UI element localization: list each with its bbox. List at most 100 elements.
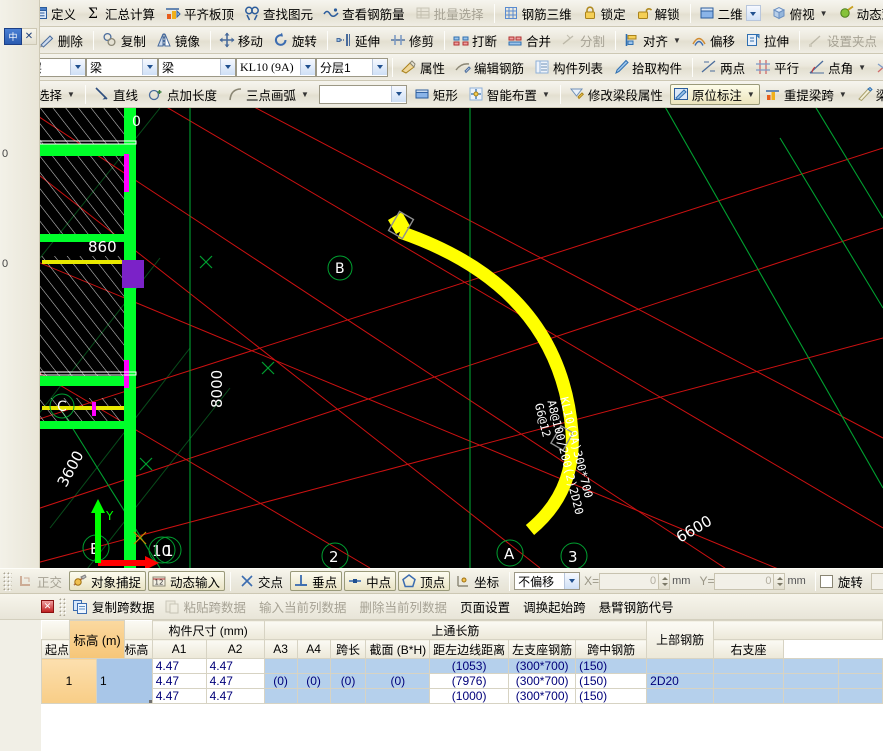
- category-selector[interactable]: 梁: [86, 58, 158, 77]
- cell-a2[interactable]: [297, 659, 330, 674]
- cell-end-elev[interactable]: 4.47: [206, 674, 264, 689]
- panel-grip[interactable]: [59, 598, 66, 616]
- align-dropdown[interactable]: ▼: [673, 36, 681, 45]
- top-view-dropdown[interactable]: ▼: [820, 9, 828, 18]
- span-data-grid[interactable]: 构件尺寸 (mm) 上通长筋 上部钢筋 起点标高 终点标高 A1 A2 A3 A…: [41, 620, 883, 704]
- cell-right-support[interactable]: [839, 674, 883, 689]
- ortho-toggle[interactable]: 正交: [15, 571, 67, 591]
- cell-left-support[interactable]: [713, 689, 783, 704]
- header-right-support-rebar[interactable]: 右支座: [713, 640, 783, 659]
- header-a1[interactable]: A1: [152, 640, 206, 659]
- cell-a1[interactable]: [264, 659, 297, 674]
- smart-layout-dropdown[interactable]: ▼: [542, 90, 550, 99]
- perpendicular-snap-toggle[interactable]: 垂点: [290, 571, 342, 591]
- snapbar-grip[interactable]: [3, 572, 12, 591]
- y-coord-stepper[interactable]: [774, 573, 785, 590]
- table-row[interactable]: 1 1 4.47 4.47 (1053) (300*700) (150): [42, 659, 883, 674]
- cell-start-elev[interactable]: 4.47: [152, 674, 206, 689]
- header-a3[interactable]: A3: [264, 640, 297, 659]
- cell-a4[interactable]: (0): [366, 674, 430, 689]
- header-elevation-group[interactable]: 构件尺寸 (mm): [152, 621, 264, 640]
- merge-button[interactable]: 合并: [504, 30, 556, 51]
- summary-calc-button[interactable]: Σ 汇总计算: [83, 3, 160, 24]
- point-angle-dropdown[interactable]: ▼: [858, 63, 866, 72]
- cell-span-length[interactable]: (7976): [430, 674, 509, 689]
- cell-dist-left[interactable]: (150): [576, 674, 647, 689]
- cell-a3[interactable]: (0): [330, 674, 366, 689]
- properties-button[interactable]: 属性: [398, 57, 450, 78]
- header-mid-span-rebar[interactable]: 跨中钢筋: [576, 640, 647, 659]
- x-coord-input[interactable]: 0: [599, 573, 659, 590]
- cell-end-elev[interactable]: 4.47: [206, 659, 264, 674]
- rotate-button[interactable]: 旋转: [270, 30, 322, 51]
- rectangle-button[interactable]: 矩形: [411, 84, 463, 105]
- batch-select-button[interactable]: 批量选择: [412, 3, 489, 24]
- cantilever-rebar-code-button[interactable]: 悬臂钢筋代号: [592, 597, 680, 617]
- header-member-size-group[interactable]: 上通长筋: [264, 621, 647, 640]
- cell-a2[interactable]: [297, 689, 330, 704]
- point-angle-button[interactable]: 点角 ▼: [806, 57, 871, 78]
- three-point-button[interactable]: 三: [873, 57, 883, 78]
- cell-top-through[interactable]: [647, 659, 714, 674]
- find-element-button[interactable]: 查找图元: [241, 3, 318, 24]
- span-number-cell[interactable]: 1: [97, 659, 153, 704]
- smart-layout-button[interactable]: 智能布置 ▼: [465, 84, 555, 105]
- stretch-button[interactable]: 拉伸: [742, 30, 794, 51]
- offset-button[interactable]: 偏移: [688, 30, 740, 51]
- cell-start-elev[interactable]: 4.47: [152, 659, 206, 674]
- cad-drawing-area[interactable]: KL10(9A)300*700 A8@100/200(2)2D20 G6@12 …: [40, 108, 883, 568]
- cell-section[interactable]: (300*700): [509, 689, 576, 704]
- pick-member-button[interactable]: 拾取构件: [610, 57, 687, 78]
- cell-top-through[interactable]: 2D20: [647, 674, 714, 689]
- in-place-annotation-dropdown[interactable]: ▼: [747, 90, 755, 99]
- re-extract-span-button[interactable]: 重提梁跨 ▼: [762, 84, 852, 105]
- parallel-button[interactable]: 平行: [752, 57, 804, 78]
- cad-svg[interactable]: KL10(9A)300*700 A8@100/200(2)2D20 G6@12 …: [40, 108, 883, 568]
- rotate-input[interactable]: 0.000: [871, 573, 883, 590]
- member-selector[interactable]: KL10 (9A): [236, 58, 316, 77]
- cell-dist-left[interactable]: (150): [576, 659, 647, 674]
- point-plus-length-button[interactable]: 点加长度: [145, 84, 222, 105]
- y-coord-input[interactable]: 0: [714, 573, 774, 590]
- header-a4[interactable]: A4: [297, 640, 330, 659]
- dynamic-observe-button[interactable]: 动态观察: [835, 3, 883, 24]
- header-span-length[interactable]: 跨长: [330, 640, 366, 659]
- cell-a4[interactable]: [366, 659, 430, 674]
- top-view-button[interactable]: 俯视 ▼: [768, 3, 833, 24]
- unlock-button[interactable]: 解锁: [633, 3, 685, 24]
- view-rebar-qty-button[interactable]: 查看钢筋量: [320, 3, 410, 24]
- dock-pin-button[interactable]: 中: [4, 28, 22, 45]
- mirror-button[interactable]: 镜像: [153, 30, 205, 51]
- modify-beam-segment-button[interactable]: 修改梁段属性: [566, 84, 668, 105]
- header-top-rebar-group[interactable]: [713, 621, 882, 640]
- cell-dist-left[interactable]: (150): [576, 689, 647, 704]
- page-setup-button[interactable]: 页面设置: [453, 597, 516, 617]
- line-button[interactable]: 直线: [91, 84, 143, 105]
- header-section-bh[interactable]: 截面 (B*H): [366, 640, 430, 659]
- lock-button[interactable]: 锁定: [579, 3, 631, 24]
- table-row[interactable]: 4.47 4.47 (0) (0) (0) (0) (7976) (300*70…: [42, 674, 883, 689]
- cell-left-support[interactable]: [713, 674, 783, 689]
- object-snap-toggle[interactable]: 对象捕捉: [69, 571, 146, 591]
- split-button[interactable]: 分割: [558, 30, 610, 51]
- delete-button[interactable]: 删除: [36, 30, 88, 51]
- layer-selector[interactable]: 分层1: [316, 58, 388, 77]
- two-dimension-button[interactable]: 二维: [696, 3, 766, 24]
- offset-mode-select[interactable]: 不偏移: [514, 572, 580, 590]
- align-slab-top-button[interactable]: 平齐板顶: [162, 3, 239, 24]
- row-number[interactable]: 1: [42, 659, 97, 704]
- two-point-button[interactable]: 两点: [698, 57, 750, 78]
- cell-span-length[interactable]: (1000): [430, 689, 509, 704]
- dynamic-input-toggle[interactable]: 12 动态输入: [148, 571, 225, 591]
- cell-right-support[interactable]: [839, 689, 883, 704]
- header-dist-left-edge[interactable]: 距左边线距离: [430, 640, 509, 659]
- x-coord-stepper[interactable]: [659, 573, 670, 590]
- vertex-snap-toggle[interactable]: 顶点: [398, 571, 450, 591]
- midpoint-snap-toggle[interactable]: 中点: [344, 571, 396, 591]
- re-extract-span-dropdown[interactable]: ▼: [839, 90, 847, 99]
- select-dropdown[interactable]: ▼: [67, 90, 75, 99]
- edit-rebar-button[interactable]: 编辑钢筋: [452, 57, 529, 78]
- cell-span-length[interactable]: (1053): [430, 659, 509, 674]
- cell-mid-span[interactable]: [784, 674, 839, 689]
- arc-option-combo[interactable]: [319, 85, 407, 104]
